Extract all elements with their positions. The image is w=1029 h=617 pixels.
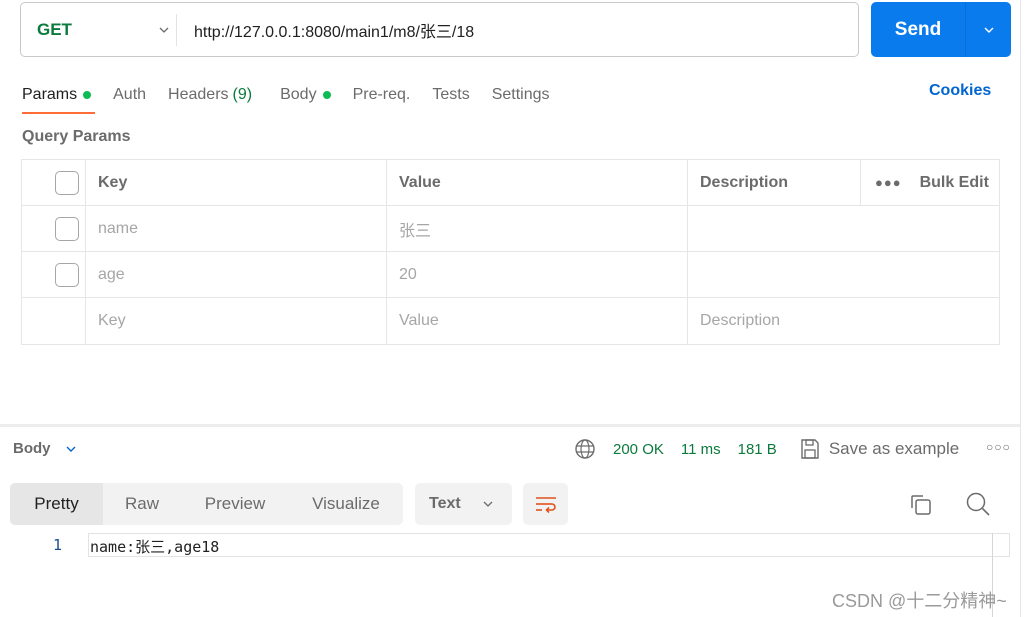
row-checkbox-cell	[22, 206, 86, 251]
save-as-example-label: Save as example	[828, 439, 960, 458]
tab-label: Settings	[491, 86, 550, 103]
param-description-input[interactable]	[688, 252, 999, 297]
headers-count: (9)	[232, 86, 253, 103]
cookies-link[interactable]: Cookies	[929, 82, 991, 100]
select-all-checkbox[interactable]	[55, 170, 79, 195]
tab-params[interactable]: Params	[22, 83, 92, 107]
url-input[interactable]: http://127.0.0.1:8080/main1/m8/张三/18	[177, 18, 858, 42]
chevron-down-icon	[482, 498, 494, 510]
method-select[interactable]: GET	[21, 3, 176, 56]
response-view-selector: Pretty Raw Preview Visualize	[10, 483, 403, 525]
table-header-row: Key Value Description ●●● Bulk Edit	[22, 160, 999, 206]
save-icon	[801, 439, 819, 459]
status-code[interactable]: 200 OK	[613, 441, 664, 458]
send-button-group: Send	[871, 2, 1011, 57]
line-number: 1	[52, 536, 62, 554]
scrollbar-track	[1020, 0, 1021, 617]
chevron-down-icon	[65, 443, 77, 455]
view-preview[interactable]: Preview	[181, 483, 289, 525]
new-description-input[interactable]: Description	[688, 298, 999, 344]
format-label: Text	[429, 495, 461, 512]
column-header-value: Value	[387, 160, 688, 205]
response-more-options-icon[interactable]: ○○○	[986, 440, 1011, 454]
url-bar: GET http://127.0.0.1:8080/main1/m8/张三/18	[20, 2, 859, 57]
active-line-highlight	[88, 533, 1010, 557]
view-raw[interactable]: Raw	[103, 483, 181, 525]
more-options-icon[interactable]: ●●●	[875, 175, 902, 190]
tab-label: Auth	[113, 86, 147, 103]
active-dot-icon	[322, 91, 331, 99]
pane-resize-divider[interactable]	[0, 424, 1020, 427]
table-row-new: Key Value Description	[22, 298, 999, 344]
save-as-example-button[interactable]: Save as example	[800, 438, 959, 460]
active-tab-indicator	[22, 112, 95, 114]
tab-tests[interactable]: Tests	[432, 83, 469, 107]
tab-label: Pre-req.	[352, 86, 411, 103]
row-checkbox-cell	[22, 252, 86, 297]
new-key-input[interactable]: Key	[86, 298, 387, 344]
tab-headers[interactable]: Headers (9)	[168, 83, 252, 107]
table-row: age 20	[22, 252, 999, 298]
tab-label: Body	[280, 86, 317, 103]
param-value-input[interactable]: 20	[387, 252, 688, 297]
param-description-input[interactable]	[688, 206, 999, 251]
format-select[interactable]: Text	[415, 483, 512, 525]
tab-label: Tests	[432, 86, 470, 103]
row-checkbox-cell	[22, 298, 86, 344]
tab-settings[interactable]: Settings	[492, 83, 550, 107]
tab-pre-request[interactable]: Pre-req.	[353, 83, 411, 107]
copy-icon[interactable]	[908, 492, 934, 518]
select-all-cell	[22, 160, 86, 205]
chevron-down-icon	[983, 24, 995, 36]
bulk-edit-cell: ●●● Bulk Edit	[861, 160, 999, 205]
response-section-select[interactable]: Body	[13, 440, 77, 457]
response-body-label: Body	[13, 440, 51, 457]
column-header-key: Key	[86, 160, 387, 205]
send-button[interactable]: Send	[871, 2, 965, 57]
view-pretty[interactable]: Pretty	[10, 483, 103, 525]
query-params-table: Key Value Description ●●● Bulk Edit name…	[21, 159, 1000, 345]
request-tabs: Params Auth Headers (9) Body Pre-req. Te…	[22, 80, 572, 110]
param-key-input[interactable]: age	[86, 252, 387, 297]
response-body-text[interactable]: name:张三,age18	[90, 536, 219, 557]
param-value-input[interactable]: 张三	[387, 206, 688, 251]
row-checkbox[interactable]	[55, 262, 79, 287]
row-checkbox[interactable]	[55, 216, 79, 241]
send-options-button[interactable]	[966, 2, 1011, 57]
response-time[interactable]: 11 ms	[681, 441, 721, 458]
method-label: GET	[37, 19, 72, 39]
bulk-edit-button[interactable]: Bulk Edit	[920, 174, 989, 192]
tab-body[interactable]: Body	[280, 83, 331, 107]
chevron-down-icon	[158, 24, 170, 36]
param-key-input[interactable]: name	[86, 206, 387, 251]
watermark: CSDN @十二分精神~	[832, 591, 1007, 611]
query-params-title: Query Params	[22, 128, 131, 145]
tab-label: Headers	[168, 86, 229, 103]
view-visualize[interactable]: Visualize	[289, 483, 403, 525]
response-status-bar: 200 OK 11 ms 181 B Save as example	[574, 438, 959, 460]
table-row: name 张三	[22, 206, 999, 252]
active-dot-icon	[83, 91, 92, 99]
column-header-description: Description	[688, 160, 861, 205]
globe-icon[interactable]	[574, 438, 596, 460]
new-value-input[interactable]: Value	[387, 298, 688, 344]
wrap-lines-icon	[535, 497, 556, 514]
wrap-lines-button[interactable]	[523, 483, 568, 525]
search-icon[interactable]	[964, 490, 992, 518]
response-size[interactable]: 181 B	[738, 441, 777, 458]
tab-auth[interactable]: Auth	[113, 83, 146, 107]
tab-label: Params	[22, 86, 78, 103]
